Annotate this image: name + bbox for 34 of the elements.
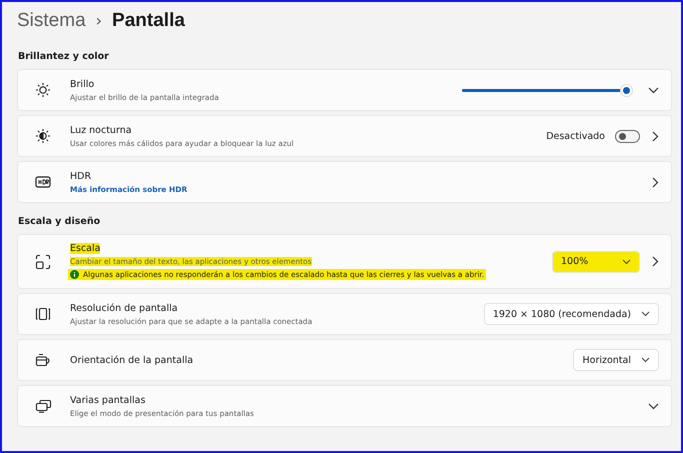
settings-card[interactable]: Orientación de la pantalla Horizontal [17,339,672,381]
scale-icon [35,254,51,270]
chevron-right-icon[interactable] [652,256,659,267]
chevron-down-icon [622,258,631,264]
setting-title: HDR [70,170,92,182]
resolution-icon [35,307,51,321]
setting-title: Brillo [70,78,94,90]
breadcrumb-separator: › [96,11,102,30]
section-title: Brillantez y color [17,50,110,64]
sun-icon [35,82,51,98]
info-icon [70,270,79,279]
toggle-label: Desactivado [546,130,605,142]
chevron-right-icon[interactable] [652,176,659,188]
toggle-switch[interactable] [615,130,640,142]
dropdown[interactable]: 1920 × 1080 (recomendada) [484,303,659,325]
rotate-screen-icon [34,353,52,367]
multiple-displays-icon [34,399,52,413]
chevron-down-icon[interactable] [648,86,659,94]
setting-title: Escala [70,243,100,254]
setting-title: Resolución de pantalla [70,302,178,314]
night-light-icon [35,128,51,144]
chevron-down-icon [641,311,650,317]
section-title: Escala y diseño [17,215,102,229]
breadcrumb-parent[interactable]: Sistema [17,10,86,32]
dropdown[interactable]: Horizontal [573,349,659,371]
dropdown[interactable]: 100% [552,250,640,272]
chevron-right-icon[interactable] [652,130,659,142]
page-title: Pantalla [112,10,185,32]
setting-title: Varias pantallas [70,394,146,406]
setting-title: Orientación de la pantalla [70,354,194,366]
setting-title: Luz nocturna [70,124,132,136]
hdr-icon [35,176,51,188]
chevron-down-icon [641,357,650,363]
chevron-down-icon[interactable] [648,402,659,410]
